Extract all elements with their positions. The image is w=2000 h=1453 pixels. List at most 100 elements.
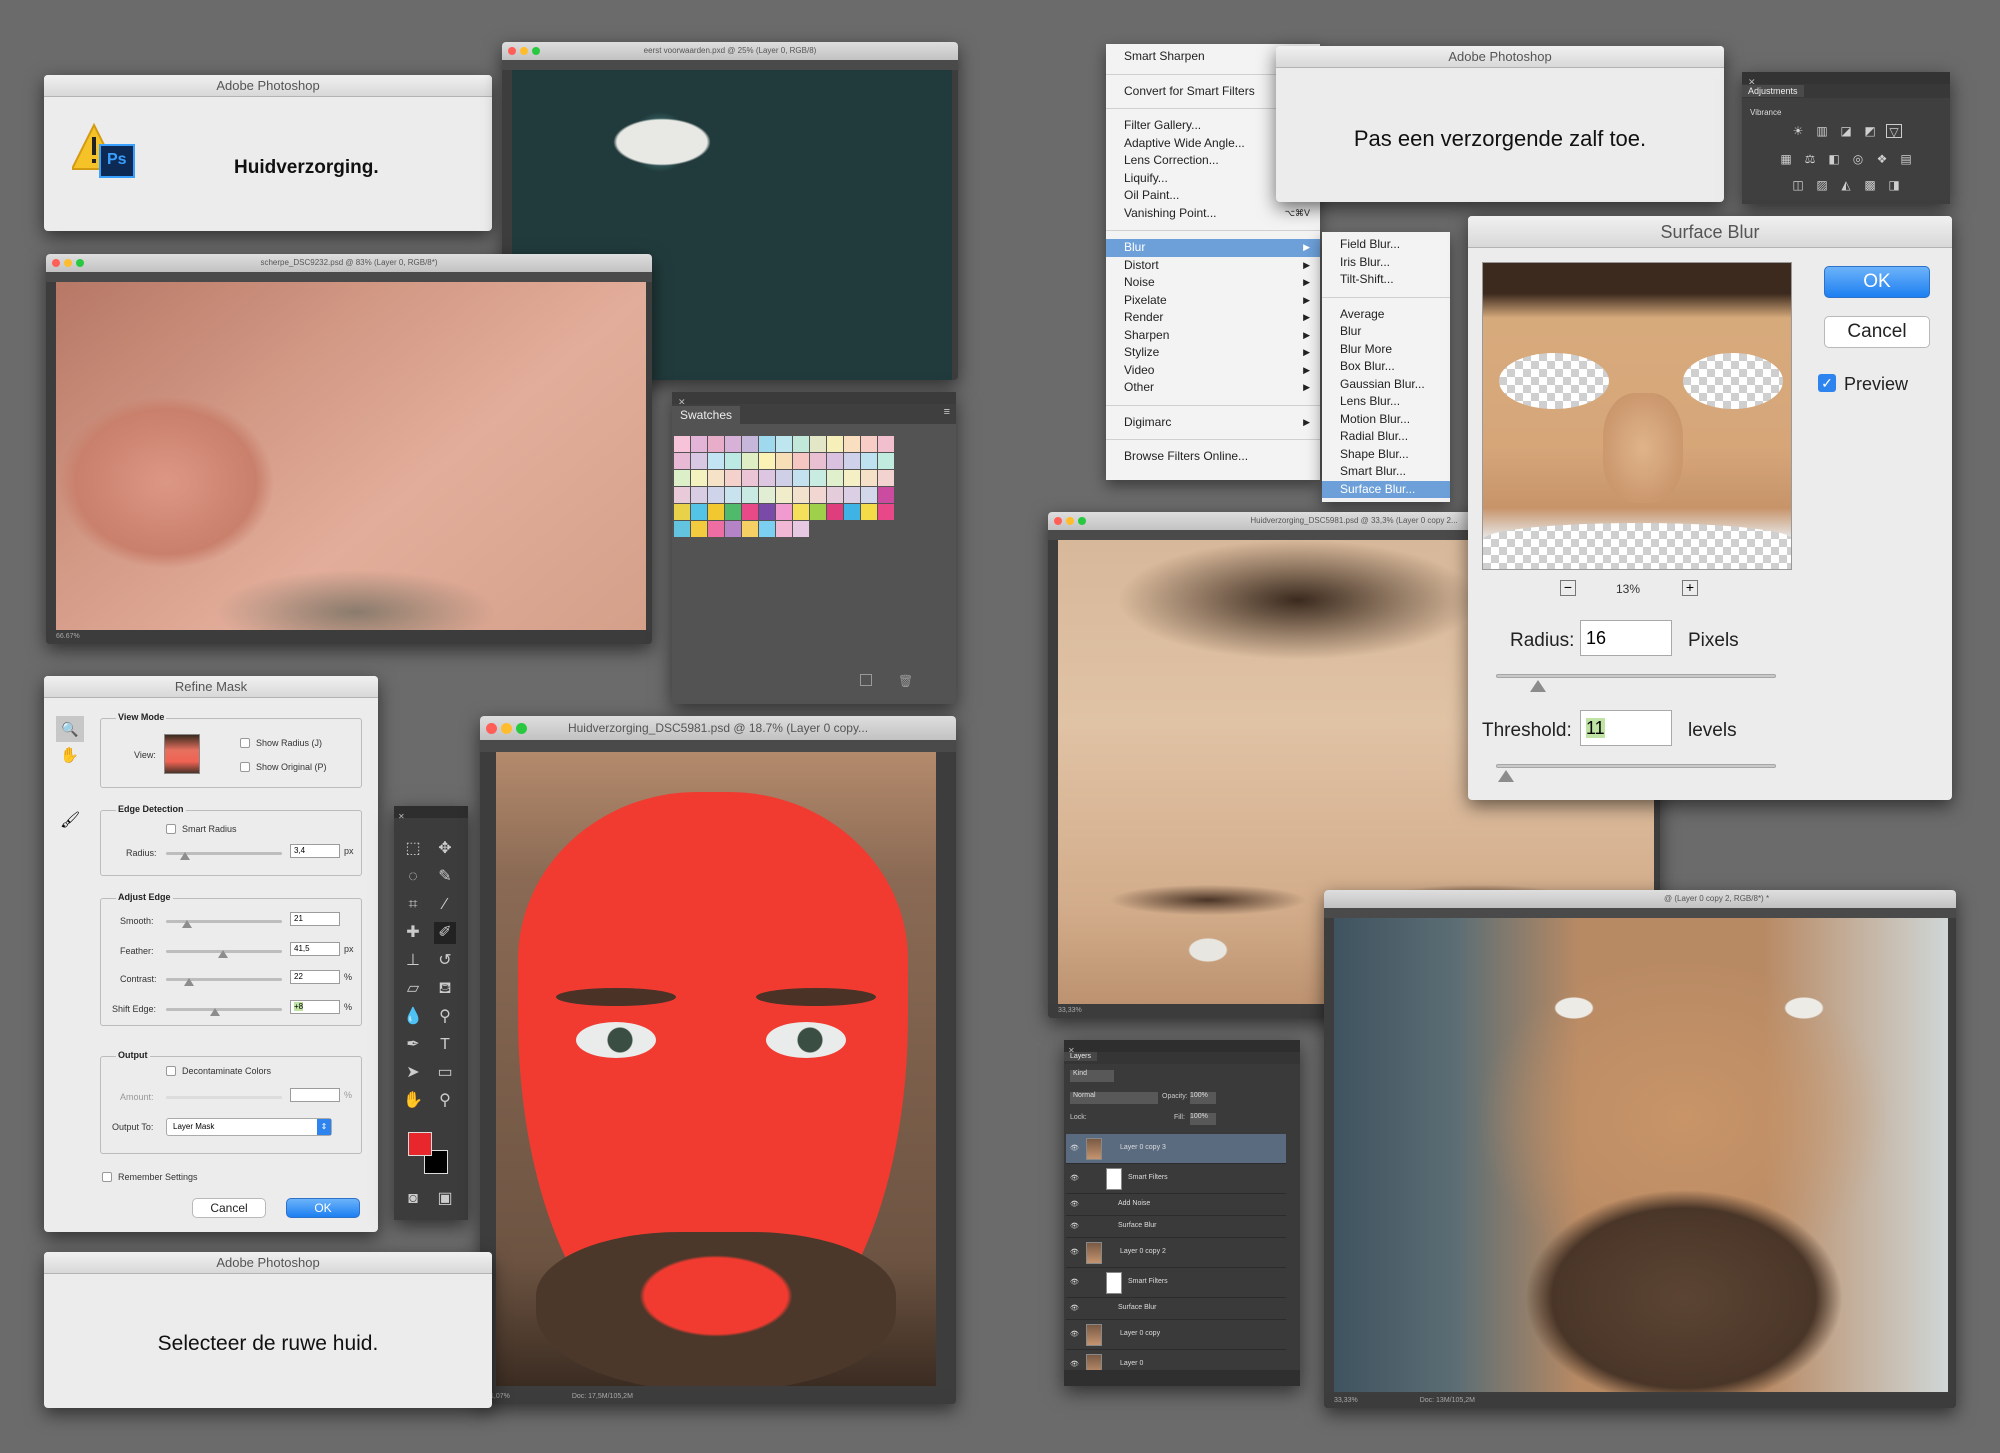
swatch-color[interactable] [878, 487, 894, 503]
swatch-color[interactable] [759, 436, 775, 452]
swatch-color[interactable] [674, 487, 690, 503]
visibility-eye-icon[interactable]: 👁 [1070, 1278, 1079, 1286]
zoom-tool-icon[interactable]: ⚲ [434, 1090, 456, 1112]
swatch-color[interactable] [691, 470, 707, 486]
swatches-panel[interactable]: ✕ Swatches ≡ 🗑 [672, 392, 956, 704]
hand-tool-icon[interactable]: ✋ [402, 1090, 424, 1112]
color-balance-icon[interactable]: ⚖ [1802, 152, 1818, 166]
tools-palette[interactable]: ✕ ⬚ ✥ ◌ ✎ ⌗ ⁄ ✚ ✐ ⊥ ↺ ▱ ⛾ 💧 ⚲ ✒ T ➤ ▭ ✋ … [394, 806, 468, 1220]
tab-layers[interactable]: Layers [1064, 1052, 1098, 1061]
visibility-eye-icon[interactable]: 👁 [1070, 1144, 1079, 1152]
menu-item-distort[interactable]: Distort ▶ [1106, 257, 1320, 275]
minimize-button[interactable] [520, 47, 528, 55]
rectangle-tool-icon[interactable]: ▭ [434, 1062, 456, 1084]
submenu-item-average[interactable]: Average [1322, 306, 1450, 324]
fill-input[interactable]: 100% [1190, 1113, 1216, 1125]
close-button[interactable] [508, 47, 516, 55]
submenu-item-surface-blur[interactable]: Surface Blur... [1322, 480, 1450, 498]
submenu-item-blur-more[interactable]: Blur More [1322, 341, 1450, 359]
layer-row[interactable]: 👁 Add Noise [1066, 1194, 1286, 1216]
blend-mode-select[interactable]: Normal [1070, 1092, 1158, 1104]
document-window-beard[interactable]: @ (Layer 0 copy 2, RGB/8*) * 33,33% Doc:… [1324, 890, 1956, 1408]
zoom-button[interactable] [516, 723, 527, 734]
layer-row[interactable]: 👁 Smart Filters [1066, 1268, 1286, 1298]
swatch-color[interactable] [725, 470, 741, 486]
swatch-color[interactable] [827, 436, 843, 452]
adjustments-panel[interactable]: ✕ Adjustments Vibrance ☀ ▥ ◪ ◩ ▽ ▦ ⚖ ◧ ◎… [1742, 72, 1950, 204]
swatch-color[interactable] [725, 521, 741, 537]
posterize-icon[interactable]: ▨ [1814, 178, 1830, 192]
swatch-color[interactable] [725, 436, 741, 452]
ok-button[interactable]: OK [1824, 266, 1930, 298]
blur-tool-icon[interactable]: 💧 [402, 1006, 424, 1028]
threshold-slider-knob[interactable] [1498, 770, 1514, 782]
submenu-item-gaussian-blur[interactable]: Gaussian Blur... [1322, 376, 1450, 394]
swatch-color[interactable] [708, 453, 724, 469]
marquee-tool-icon[interactable]: ⬚ [402, 838, 424, 860]
layer-row[interactable]: 👁 Layer 0 copy [1066, 1320, 1286, 1350]
submenu-item-shape-blur[interactable]: Shape Blur... [1322, 446, 1450, 464]
swatch-color[interactable] [827, 504, 843, 520]
eraser-tool-icon[interactable]: ▱ [402, 978, 424, 1000]
submenu-item-tilt-shift[interactable]: Tilt-Shift... [1322, 271, 1450, 289]
swatch-color[interactable] [844, 453, 860, 469]
threshold-slider[interactable] [1496, 764, 1776, 768]
remember-settings-checkbox[interactable] [102, 1172, 112, 1182]
view-thumbnail[interactable] [164, 734, 200, 774]
preview-checkbox[interactable]: ✓ [1818, 374, 1836, 392]
swatch-color[interactable] [878, 504, 894, 520]
radius-slider[interactable] [1496, 674, 1776, 678]
radius-slider-knob[interactable] [180, 852, 190, 860]
screen-mode-icon[interactable]: ▣ [434, 1188, 456, 1210]
swatch-color[interactable] [674, 436, 690, 452]
menu-item-noise[interactable]: Noise ▶ [1106, 274, 1320, 292]
menu-item-render[interactable]: Render ▶ [1106, 309, 1320, 327]
lasso-tool-icon[interactable]: ◌ [402, 866, 424, 888]
shift-edge-slider-knob[interactable] [210, 1008, 220, 1016]
layer-row[interactable]: 👁 Surface Blur [1066, 1216, 1286, 1238]
swatch-color[interactable] [844, 470, 860, 486]
move-tool-icon[interactable]: ✥ [434, 838, 456, 860]
visibility-eye-icon[interactable]: 👁 [1070, 1174, 1079, 1182]
color-lookup-icon[interactable]: ▤ [1898, 152, 1914, 166]
pen-tool-icon[interactable]: ✒ [402, 1034, 424, 1056]
swatch-color[interactable] [691, 436, 707, 452]
swatch-color[interactable] [708, 470, 724, 486]
swatch-color[interactable] [793, 453, 809, 469]
shift-edge-input[interactable]: +8 [290, 1000, 340, 1014]
threshold-icon[interactable]: ◭ [1838, 178, 1854, 192]
swatch-color[interactable] [708, 487, 724, 503]
swatch-color[interactable] [742, 487, 758, 503]
threshold-input[interactable]: 11 [1580, 710, 1672, 746]
swatch-color[interactable] [674, 504, 690, 520]
trash-icon[interactable]: 🗑 [898, 674, 913, 688]
healing-brush-tool-icon[interactable]: ✚ [402, 922, 424, 944]
selective-color-icon[interactable]: ◨ [1886, 178, 1902, 192]
swatch-color[interactable] [776, 504, 792, 520]
quick-mask-icon[interactable]: ◙ [402, 1188, 424, 1210]
swatch-color[interactable] [793, 504, 809, 520]
swatch-color[interactable] [861, 487, 877, 503]
swatch-color[interactable] [674, 470, 690, 486]
swatch-color[interactable] [708, 521, 724, 537]
quick-selection-tool-icon[interactable]: ✎ [434, 866, 456, 888]
tab-swatches[interactable]: Swatches [672, 406, 741, 424]
panel-menu-icon[interactable]: ≡ [944, 406, 950, 418]
zoom-in-icon[interactable]: + [1682, 580, 1698, 596]
swatch-color[interactable] [674, 453, 690, 469]
amount-input[interactable] [290, 1088, 340, 1102]
minimize-button[interactable] [501, 723, 512, 734]
swatch-color[interactable] [861, 504, 877, 520]
close-button[interactable] [52, 259, 60, 267]
minimize-button[interactable] [64, 259, 72, 267]
swatch-color[interactable] [742, 436, 758, 452]
opacity-input[interactable]: 100% [1190, 1092, 1216, 1104]
swatch-color[interactable] [793, 470, 809, 486]
dodge-tool-icon[interactable]: ⚲ [434, 1006, 456, 1028]
exposure-icon[interactable]: ◩ [1862, 124, 1878, 138]
document-window-nose[interactable]: scherpe_DSC9232.psd @ 83% (Layer 0, RGB/… [46, 254, 652, 644]
smooth-slider-knob[interactable] [182, 920, 192, 928]
swatch-color[interactable] [725, 504, 741, 520]
cancel-button[interactable]: Cancel [192, 1198, 266, 1218]
smooth-input[interactable]: 21 [290, 912, 340, 926]
